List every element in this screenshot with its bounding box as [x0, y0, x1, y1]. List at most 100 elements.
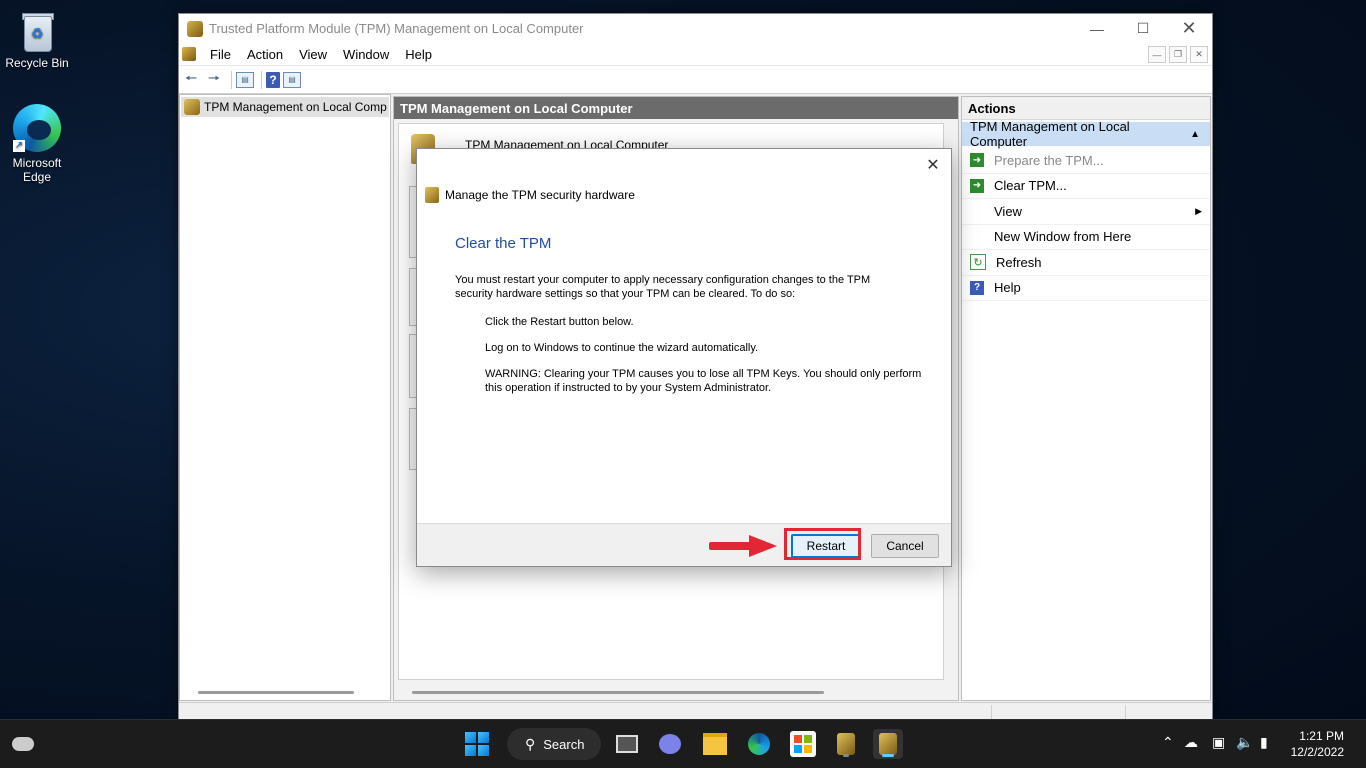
actions-header: Actions	[962, 97, 1210, 120]
console-icon	[182, 47, 196, 61]
task-view-icon[interactable]	[612, 729, 642, 759]
weather-widget-icon[interactable]	[8, 729, 38, 759]
forward-arrow-icon[interactable]: 🠖	[204, 70, 224, 90]
mdi-minimize-button[interactable]: —	[1148, 46, 1166, 63]
menu-action[interactable]: Action	[239, 47, 291, 62]
dialog-intro-text: You must restart your computer to apply …	[455, 274, 871, 300]
show-hide-tree-icon[interactable]: ▤	[236, 71, 254, 88]
minimize-button[interactable]: —	[1074, 14, 1120, 43]
dialog-header-text: Manage the TPM security hardware	[445, 188, 635, 202]
action-view[interactable]: View ▶	[962, 199, 1210, 225]
toolbar-separator	[231, 70, 232, 89]
clear-tpm-dialog: ✕ Manage the TPM security hardware Clear…	[416, 148, 952, 567]
search-icon: ⚲	[525, 735, 536, 752]
taskbar: ⚲ Search ⌃ ☁ ▣ 🔈 ▮ 1:21 PM 12/2/2022	[0, 719, 1366, 768]
menu-file[interactable]: File	[202, 47, 239, 62]
actions-pane: Actions TPM Management on Local Computer…	[961, 96, 1211, 701]
action-label: Refresh	[996, 254, 1042, 270]
console-tree: TPM Management on Local Comp	[179, 94, 391, 701]
microsoft-store-icon[interactable]	[788, 729, 818, 759]
status-separator	[991, 705, 992, 719]
dialog-footer: Restart Cancel	[417, 523, 951, 566]
edge-taskbar-icon[interactable]	[744, 729, 774, 759]
start-button[interactable]	[462, 729, 492, 759]
action-label: Prepare the TPM...	[994, 152, 1104, 168]
menu-view[interactable]: View	[291, 47, 335, 62]
tpm-taskbar-icon[interactable]	[873, 729, 903, 759]
system-clock[interactable]: 1:21 PM 12/2/2022	[1291, 728, 1344, 760]
desktop-icon-recycle-bin[interactable]: ♻ Recycle Bin	[2, 10, 72, 70]
active-indicator	[882, 754, 894, 757]
dialog-step: Click the Restart button below.	[485, 316, 634, 328]
actions-section-header[interactable]: TPM Management on Local Computer ▲	[962, 119, 1210, 149]
network-icon[interactable]: ▣	[1212, 734, 1225, 751]
show-hide-action-pane-icon[interactable]: ▤	[283, 71, 301, 88]
mmc-taskbar-icon[interactable]	[831, 729, 861, 759]
tree-horizontal-scrollbar[interactable]	[198, 691, 354, 694]
restart-highlight-box	[784, 528, 861, 560]
taskbar-search[interactable]: ⚲ Search	[507, 728, 601, 760]
action-prepare-tpm[interactable]: ➜ Prepare the TPM...	[962, 148, 1210, 174]
action-label: Clear TPM...	[994, 178, 1067, 194]
onedrive-icon[interactable]: ☁	[1184, 734, 1198, 751]
edge-icon: ↗	[13, 104, 61, 152]
mdi-close-button[interactable]: ✕	[1190, 46, 1208, 63]
menu-window[interactable]: Window	[335, 47, 397, 62]
desktop-icon-edge[interactable]: ↗ Microsoft Edge	[2, 104, 72, 184]
red-arrow-annotation	[709, 535, 777, 557]
cancel-button[interactable]: Cancel	[871, 534, 939, 558]
dialog-header: Manage the TPM security hardware	[425, 187, 635, 203]
show-hidden-icons-chevron[interactable]: ⌃	[1162, 734, 1174, 751]
tpm-app-icon	[187, 20, 203, 37]
action-new-window[interactable]: New Window from Here	[962, 225, 1210, 250]
window-titlebar[interactable]: Trusted Platform Module (TPM) Management…	[179, 14, 1212, 43]
center-pane-header: TPM Management on Local Computer	[394, 97, 958, 119]
dialog-title: Clear the TPM	[455, 235, 552, 252]
close-button[interactable]: ✕	[1166, 14, 1212, 43]
action-clear-tpm[interactable]: ➜ Clear TPM...	[962, 174, 1210, 199]
window-title: Trusted Platform Module (TPM) Management…	[209, 21, 584, 36]
submenu-arrow-icon: ▶	[1195, 205, 1202, 216]
refresh-icon: ↻	[970, 254, 986, 271]
help-icon: ?	[970, 280, 984, 295]
toolbar-separator	[261, 70, 262, 89]
recycle-bin-icon: ♻	[20, 10, 54, 52]
dialog-close-button[interactable]: ✕	[923, 155, 943, 175]
status-separator	[1125, 705, 1126, 719]
action-refresh[interactable]: ↻ Refresh	[962, 250, 1210, 276]
tpm-icon	[425, 187, 439, 203]
green-arrow-icon: ➜	[970, 153, 984, 168]
action-help[interactable]: ? Help	[962, 276, 1210, 301]
center-horizontal-scrollbar[interactable]	[412, 691, 824, 694]
menu-help[interactable]: Help	[397, 47, 440, 62]
running-indicator	[843, 754, 849, 757]
dialog-step: Log on to Windows to continue the wizard…	[485, 342, 759, 354]
clock-date: 12/2/2022	[1290, 745, 1344, 759]
menu-bar: File Action View Window Help — ❐ ✕	[179, 43, 1212, 65]
green-arrow-icon: ➜	[970, 178, 984, 193]
desktop-icon-label: Recycle Bin	[5, 56, 69, 70]
back-arrow-icon[interactable]: 🠔	[181, 70, 201, 90]
action-label: New Window from Here	[994, 229, 1132, 245]
toolbar: 🠔 🠖 ▤ ? ▤	[179, 65, 1212, 94]
maximize-button[interactable]: ☐	[1120, 14, 1166, 43]
file-explorer-icon[interactable]	[700, 729, 730, 759]
action-label: View	[994, 203, 1022, 219]
collapse-up-icon[interactable]: ▲	[1190, 129, 1200, 140]
volume-icon[interactable]: 🔈	[1236, 734, 1253, 751]
tree-item-tpm-management[interactable]: TPM Management on Local Comp	[181, 97, 389, 117]
actions-section-label: TPM Management on Local Computer	[970, 119, 1130, 149]
search-label: Search	[543, 736, 585, 752]
dialog-warning: WARNING: Clearing your TPM causes you to…	[485, 368, 922, 394]
power-icon[interactable]: ▮	[1260, 734, 1268, 751]
desktop-icon-label: Microsoft Edge	[12, 156, 62, 184]
action-label: Help	[994, 280, 1021, 296]
windows-logo-icon	[465, 732, 489, 756]
mdi-restore-button[interactable]: ❐	[1169, 46, 1187, 63]
chat-icon[interactable]	[655, 729, 685, 759]
tpm-icon	[184, 99, 200, 115]
clock-time: 1:21 PM	[1299, 729, 1344, 743]
tree-item-label: TPM Management on Local Comp	[204, 100, 387, 114]
mdi-controls: — ❐ ✕	[1148, 46, 1208, 63]
help-icon[interactable]: ?	[266, 71, 280, 88]
